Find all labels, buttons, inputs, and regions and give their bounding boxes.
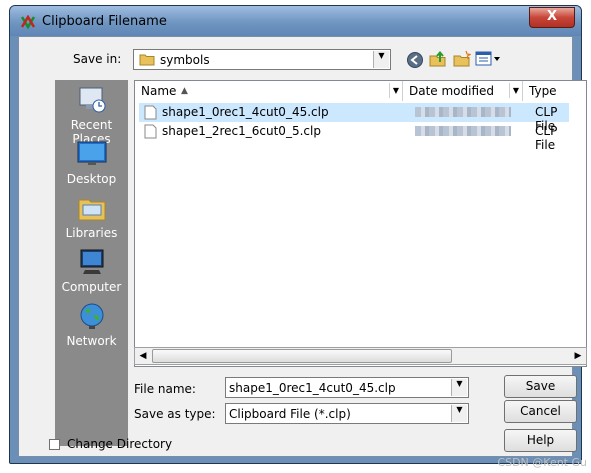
chevron-down-icon[interactable]: ▼ bbox=[389, 83, 402, 98]
save-in-value: symbols bbox=[160, 53, 210, 67]
file-name-label: File name: bbox=[134, 382, 196, 396]
sort-ascending-icon: ▲ bbox=[181, 86, 188, 96]
computer-icon bbox=[80, 249, 103, 274]
close-button[interactable]: X bbox=[529, 7, 575, 28]
folder-icon bbox=[139, 54, 155, 66]
column-header-date-modified[interactable]: Date modified ▼ bbox=[403, 81, 523, 101]
scroll-right-icon[interactable]: ▶ bbox=[571, 349, 585, 363]
scroll-left-icon[interactable]: ◀ bbox=[136, 349, 150, 363]
up-folder-icon[interactable] bbox=[429, 50, 447, 68]
column-header-label: Name bbox=[141, 84, 177, 98]
scroll-thumb[interactable] bbox=[152, 349, 452, 363]
file-type: CLP File bbox=[535, 124, 558, 152]
desktop-icon bbox=[77, 141, 106, 165]
save-button[interactable]: Save bbox=[504, 375, 577, 398]
file-row[interactable]: shape1_2rec1_6cut0_5.clp CLP File bbox=[139, 122, 569, 152]
save-in-combo[interactable]: symbols ▼ bbox=[133, 49, 391, 70]
file-icon bbox=[144, 124, 157, 139]
change-directory-checkbox[interactable] bbox=[49, 439, 60, 450]
file-icon bbox=[144, 105, 157, 120]
place-label: Network bbox=[66, 334, 117, 348]
chevron-down-icon[interactable]: ▼ bbox=[451, 379, 467, 396]
column-header-label: Type bbox=[529, 84, 557, 98]
chevron-down-icon[interactable]: ▼ bbox=[509, 83, 522, 98]
chevron-down-icon[interactable]: ▼ bbox=[373, 51, 389, 68]
file-list[interactable]: Name ▲ ▼ Date modified ▼ Type shape1_0re… bbox=[134, 80, 587, 367]
place-libraries[interactable]: Libraries bbox=[55, 194, 128, 240]
app-icon bbox=[20, 15, 36, 29]
place-network[interactable]: Network bbox=[55, 302, 128, 348]
network-icon bbox=[80, 303, 103, 329]
file-name: shape1_2rec1_6cut0_5.clp bbox=[162, 124, 321, 138]
file-name-field[interactable]: shape1_0rec1_4cut0_45.clp ▼ bbox=[225, 377, 469, 398]
place-desktop[interactable]: Desktop bbox=[55, 140, 128, 186]
title-bar[interactable]: Clipboard Filename X bbox=[10, 6, 581, 36]
new-folder-icon[interactable] bbox=[453, 50, 471, 68]
column-header-type[interactable]: Type bbox=[523, 81, 586, 101]
libraries-icon bbox=[78, 199, 105, 221]
file-row[interactable]: shape1_0rec1_4cut0_45.clp CLP File bbox=[139, 103, 569, 133]
place-label: Libraries bbox=[65, 226, 118, 240]
change-directory-label: Change Directory bbox=[67, 437, 173, 451]
place-label: Desktop bbox=[66, 172, 117, 186]
column-header-name[interactable]: Name ▲ ▼ bbox=[135, 81, 403, 101]
places-sidebar: Recent Places Desktop Libraries Computer… bbox=[55, 80, 128, 446]
chevron-down-icon[interactable]: ▼ bbox=[451, 405, 467, 422]
place-label: Computer bbox=[61, 280, 122, 294]
help-button[interactable]: Help bbox=[504, 429, 577, 452]
cancel-button[interactable]: Cancel bbox=[504, 400, 577, 423]
horizontal-scrollbar[interactable]: ◀ ▶ bbox=[134, 347, 587, 365]
back-icon[interactable] bbox=[406, 51, 424, 69]
save-as-type-select[interactable]: Clipboard File (*.clp) ▼ bbox=[225, 403, 469, 424]
column-header-label: Date modified bbox=[409, 84, 495, 98]
file-name: shape1_0rec1_4cut0_45.clp bbox=[162, 105, 329, 119]
window-title: Clipboard Filename bbox=[42, 14, 167, 29]
dialog-window: Clipboard Filename X Save in: symbols ▼ bbox=[9, 5, 587, 464]
save-as-type-label: Save as type: bbox=[134, 407, 216, 421]
watermark: CSDN @Kent Gu bbox=[497, 456, 587, 469]
date-modified-redacted bbox=[415, 107, 511, 117]
file-name-value: shape1_0rec1_4cut0_45.clp bbox=[229, 381, 396, 395]
save-as-type-value: Clipboard File (*.clp) bbox=[229, 407, 351, 421]
date-modified-redacted bbox=[415, 126, 511, 136]
place-recent-places[interactable]: Recent Places bbox=[55, 86, 128, 146]
dialog-client: Save in: symbols ▼ Recent Places Desktop… bbox=[18, 36, 587, 457]
view-menu-icon[interactable] bbox=[475, 51, 501, 67]
place-computer[interactable]: Computer bbox=[55, 248, 128, 294]
save-in-label: Save in: bbox=[73, 52, 122, 66]
recent-places-icon bbox=[79, 87, 105, 113]
